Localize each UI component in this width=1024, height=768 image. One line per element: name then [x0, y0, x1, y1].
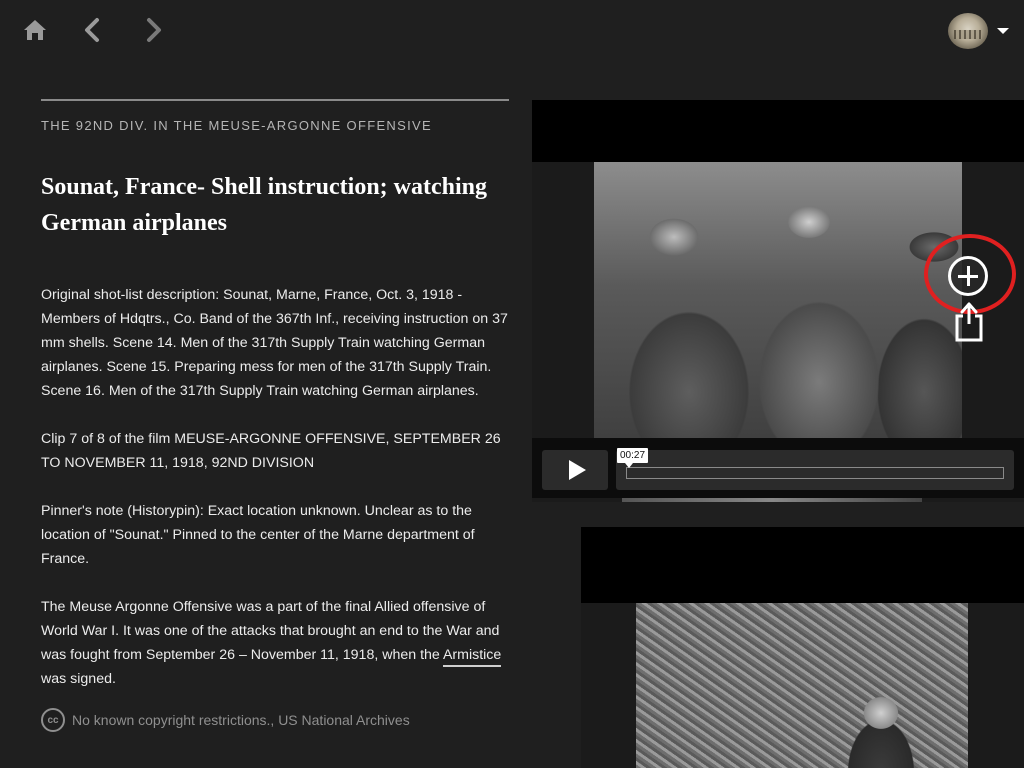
cc-icon: cc: [41, 708, 65, 732]
chevron-left-icon: [85, 18, 99, 42]
rights-statement: cc No known copyright restrictions., US …: [41, 708, 509, 732]
video-frame-edge: [622, 498, 922, 502]
back-button[interactable]: [76, 14, 108, 46]
share-button[interactable]: [952, 302, 986, 342]
home-button[interactable]: [19, 14, 51, 46]
description-paragraph: Pinner's note (Historypin): Exact locati…: [41, 503, 475, 567]
paragraph-text: The Meuse Argonne Offensive was a part o…: [41, 599, 500, 663]
item-details: THE 92ND DIV. IN THE MEUSE-ARGONNE OFFEN…: [41, 99, 509, 732]
chevron-right-icon: [147, 18, 161, 42]
divider: [41, 99, 509, 101]
user-menu[interactable]: [948, 13, 1012, 49]
share-icon: [955, 302, 983, 342]
top-bar: [0, 0, 1024, 60]
play-icon: [568, 460, 586, 480]
video-frame[interactable]: [594, 162, 962, 438]
item-title: Sounat, France- Shell instruction; watch…: [41, 174, 488, 236]
avatar[interactable]: [948, 13, 988, 49]
next-media-item[interactable]: [581, 527, 1024, 768]
play-button[interactable]: [542, 450, 608, 490]
home-icon: [24, 20, 46, 40]
armistice-link[interactable]: Armistice: [442, 647, 502, 667]
time-tooltip: 00:27: [617, 448, 649, 468]
letterbox: [532, 100, 1024, 162]
collection-title[interactable]: THE 92ND DIV. IN THE MEUSE-ARGONNE OFFEN…: [41, 118, 509, 133]
caret-down-icon[interactable]: [997, 28, 1009, 34]
forward-button[interactable]: [138, 14, 170, 46]
media-thumbnail[interactable]: [636, 603, 968, 768]
progress-track[interactable]: 00:27: [617, 448, 1004, 479]
description-paragraph: The Meuse Argonne Offensive was a part o…: [41, 595, 509, 691]
description-paragraph: Original shot-list description: Sounat, …: [41, 287, 508, 399]
paragraph-text: was signed.: [41, 671, 116, 687]
plus-circle-icon[interactable]: [948, 256, 988, 296]
rights-text: No known copyright restrictions., US Nat…: [72, 712, 410, 728]
description-paragraph: Clip 7 of 8 of the film MEUSE-ARGONNE OF…: [41, 431, 501, 471]
scrubber[interactable]: 00:27: [616, 448, 1014, 490]
player-controls: 00:27: [532, 438, 1024, 498]
